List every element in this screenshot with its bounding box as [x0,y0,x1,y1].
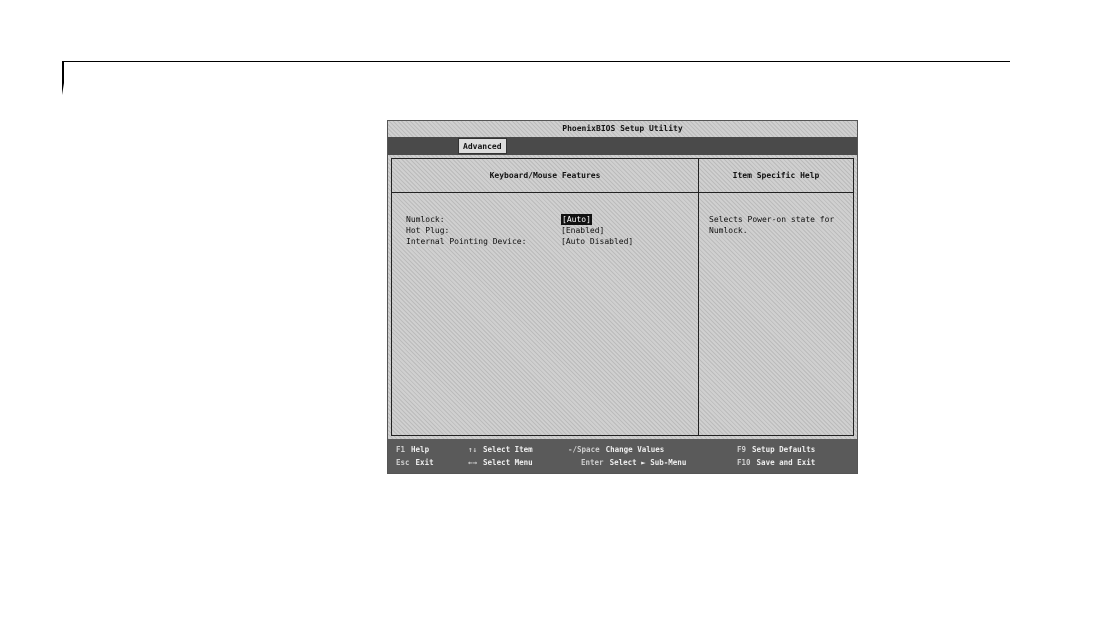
key-action: Select Item [483,445,533,454]
key-hint-select-item: ↑↓ Select Item [468,444,533,456]
key-esc: Esc [396,458,410,467]
setting-label: Numlock: [406,215,445,224]
key-legend-row: F1 Help ↑↓ Select Item -/Space Change Value… [388,444,857,456]
key-hint-save-exit: F10 Save and Exit [737,457,815,469]
key-action: Setup Defaults [752,445,816,454]
key-f10: F10 [737,458,751,467]
bios-setup-screen: PhoenixBIOS Setup Utility Advanced Keybo… [387,120,858,474]
key-hint-help: F1 Help [396,444,429,456]
setting-value[interactable]: [Enabled] [561,225,604,236]
key-action: Change Values [605,445,665,454]
setting-label: Hot Plug: [406,226,450,235]
key-hint-exit: Esc Exit [396,457,434,469]
menu-bar: Advanced [388,137,857,155]
setting-value[interactable]: [Auto Disabled] [561,236,633,247]
key-enter: Enter [581,458,604,467]
page-top-rule [62,61,1010,62]
settings-panel: Keyboard/Mouse Features Numlock: [Auto] … [392,159,699,435]
help-text: Selects Power-on state for Numlock. [709,215,835,235]
help-panel: Item Specific Help Selects Power-on stat… [699,159,853,435]
arrow-left-right-icon: ←→ [468,458,478,467]
key-action: Exit [415,458,434,467]
key-space: -/Space [568,445,600,454]
setting-label: Internal Pointing Device: [406,237,527,246]
setting-value-selected[interactable]: [Auto] [561,214,592,225]
key-action: Select Menu [483,458,533,467]
main-panel: Keyboard/Mouse Features Numlock: [Auto] … [391,158,854,436]
help-panel-title: Item Specific Help [699,159,853,193]
key-f1: F1 [396,445,406,454]
settings-panel-title: Keyboard/Mouse Features [392,159,698,193]
key-action: Select ► Sub-Menu [609,458,687,467]
bios-title: PhoenixBIOS Setup Utility [562,124,683,133]
key-f9: F9 [737,445,747,454]
key-hint-change-values: -/Space Change Values [568,444,664,456]
key-action: Save and Exit [756,458,816,467]
key-hint-setup-defaults: F9 Setup Defaults [737,444,815,456]
key-legend-row: Esc Exit ←→ Select Menu Enter Select ► Sub-… [388,457,857,469]
tab-advanced[interactable]: Advanced [458,138,507,154]
key-hint-select-menu: ←→ Select Menu [468,457,533,469]
key-action: Help [411,445,430,454]
key-hint-sub-menu: Enter Select ► Sub-Menu [581,457,686,469]
key-legend: F1 Help ↑↓ Select Item -/Space Change Value… [388,439,857,473]
arrow-up-down-icon: ↑↓ [468,445,478,454]
